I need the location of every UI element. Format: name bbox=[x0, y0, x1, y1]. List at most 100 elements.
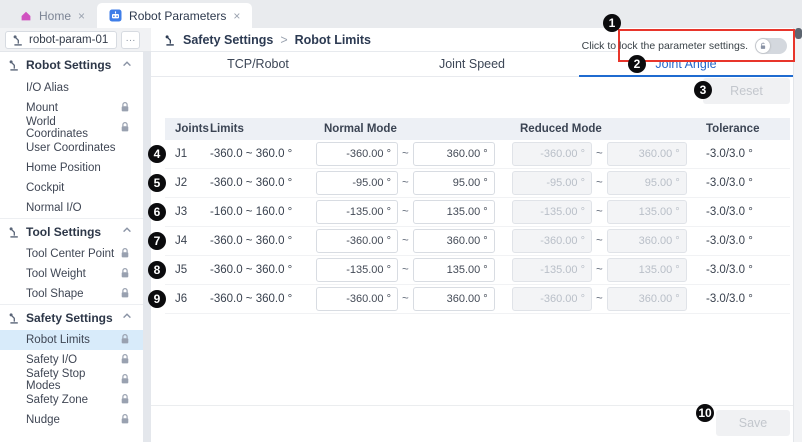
range-separator: ~ bbox=[402, 293, 409, 305]
range-separator: ~ bbox=[596, 235, 603, 247]
param-name-field[interactable]: robot-param-01 bbox=[5, 31, 117, 49]
save-button[interactable]: Save bbox=[716, 410, 790, 436]
annotation-badge-4: 4 bbox=[148, 145, 166, 163]
lock-icon bbox=[119, 101, 131, 116]
reduced-max-input bbox=[607, 171, 687, 195]
normal-min-input[interactable] bbox=[316, 142, 398, 166]
table-header-row: Joints Limits Normal Mode Reduced Mode T… bbox=[165, 118, 790, 140]
robot-arm-icon bbox=[164, 34, 176, 46]
annotation-badge-1: 1 bbox=[603, 14, 621, 32]
limits-value: -360.0 ~ 360.0 ° bbox=[210, 235, 316, 247]
section-label: Safety Settings bbox=[26, 311, 113, 325]
tab-home[interactable]: Home × bbox=[8, 3, 97, 28]
robot-arm-icon bbox=[8, 226, 20, 238]
sidebar-item-label: I/O Alias bbox=[26, 82, 69, 94]
more-options-button[interactable]: ··· bbox=[121, 31, 140, 49]
normal-min-input[interactable] bbox=[316, 287, 398, 311]
lock-toggle[interactable] bbox=[755, 38, 787, 54]
normal-max-input[interactable] bbox=[413, 287, 495, 311]
limits-value: -360.0 ~ 360.0 ° bbox=[210, 293, 316, 305]
sidebar-item-nudge[interactable]: Nudge bbox=[0, 410, 143, 430]
table-row-j1: J1 -360.0 ~ 360.0 ° ~ ~ -3.0/3.0 ° bbox=[165, 140, 790, 169]
settings-sidebar: Robot Settings I/O Alias Mount World Coo… bbox=[0, 52, 143, 442]
sidebar-item-label: Nudge bbox=[26, 414, 60, 426]
param-name-label: robot-param-01 bbox=[29, 34, 108, 46]
chevron-up-icon bbox=[121, 310, 133, 325]
sidebar-item-safety-io[interactable]: Safety I/O bbox=[0, 350, 143, 370]
breadcrumb-current: Robot Limits bbox=[295, 33, 371, 47]
normal-min-input[interactable] bbox=[316, 258, 398, 282]
tab-robot-parameters-label: Robot Parameters bbox=[129, 9, 226, 23]
window-tab-bar: Home × Robot Parameters × bbox=[0, 0, 802, 28]
range-separator: ~ bbox=[596, 293, 603, 305]
limits-value: -360.0 ~ 360.0 ° bbox=[210, 264, 316, 276]
normal-max-input[interactable] bbox=[413, 171, 495, 195]
home-icon bbox=[20, 10, 32, 22]
section-header-tool-settings[interactable]: Tool Settings bbox=[0, 218, 143, 244]
sidebar-item-world-coordinates[interactable]: World Coordinates bbox=[0, 118, 143, 138]
sidebar-item-tool-center-point[interactable]: Tool Center Point bbox=[0, 244, 143, 264]
annotation-badge-5: 5 bbox=[148, 174, 166, 192]
robot-parameters-icon bbox=[109, 9, 122, 22]
tolerance-value: -3.0/3.0 ° bbox=[698, 177, 790, 189]
joint-label: J5 bbox=[165, 264, 210, 276]
reduced-max-input bbox=[607, 287, 687, 311]
lock-settings-banner: Click to lock the parameter settings. bbox=[618, 29, 795, 62]
normal-max-input[interactable] bbox=[413, 142, 495, 166]
reduced-max-input bbox=[607, 258, 687, 282]
close-icon[interactable]: × bbox=[78, 10, 85, 22]
section-header-safety-settings[interactable]: Safety Settings bbox=[0, 304, 143, 330]
vertical-scrollbar[interactable] bbox=[793, 28, 802, 442]
sidebar-item-io-alias[interactable]: I/O Alias bbox=[0, 78, 143, 98]
reduced-max-input bbox=[607, 142, 687, 166]
annotation-badge-2: 2 bbox=[628, 55, 646, 73]
tab-robot-parameters[interactable]: Robot Parameters × bbox=[97, 3, 252, 28]
sidebar-item-cockpit[interactable]: Cockpit bbox=[0, 178, 143, 198]
sidebar-item-label: Robot Limits bbox=[26, 334, 90, 346]
range-separator: ~ bbox=[402, 177, 409, 189]
sidebar-item-robot-limits[interactable]: Robot Limits bbox=[0, 330, 143, 350]
section-label: Tool Settings bbox=[26, 225, 101, 239]
sidebar-item-mount[interactable]: Mount bbox=[0, 98, 143, 118]
sidebar-item-home-position[interactable]: Home Position bbox=[0, 158, 143, 178]
section-header-robot-settings[interactable]: Robot Settings bbox=[0, 52, 143, 78]
sidebar-item-label: Tool Center Point bbox=[26, 248, 114, 260]
main-content: TCP/Robot Joint Speed Joint Angle Reset … bbox=[151, 52, 793, 442]
sidebar-item-tool-weight[interactable]: Tool Weight bbox=[0, 264, 143, 284]
sidebar-header: robot-param-01 ··· bbox=[0, 28, 151, 52]
sidebar-item-tool-shape[interactable]: Tool Shape bbox=[0, 284, 143, 304]
normal-min-input[interactable] bbox=[316, 171, 398, 195]
tab-tcp-robot[interactable]: TCP/Robot bbox=[151, 52, 365, 76]
joint-label: J6 bbox=[165, 293, 210, 305]
close-icon[interactable]: × bbox=[233, 10, 240, 22]
table-row-j2: J2 -360.0 ~ 360.0 ° ~ ~ -3.0/3.0 ° bbox=[165, 169, 790, 198]
column-header-tolerance: Tolerance bbox=[698, 123, 790, 135]
annotation-badge-10: 10 bbox=[696, 404, 714, 422]
normal-max-input[interactable] bbox=[413, 200, 495, 224]
table-row-j4: J4 -360.0 ~ 360.0 ° ~ ~ -3.0/3.0 ° bbox=[165, 227, 790, 256]
joint-label: J2 bbox=[165, 177, 210, 189]
normal-min-input[interactable] bbox=[316, 229, 398, 253]
breadcrumb-parent[interactable]: Safety Settings bbox=[183, 33, 273, 47]
normal-min-input[interactable] bbox=[316, 200, 398, 224]
sidebar-item-safety-stop-modes[interactable]: Safety Stop Modes bbox=[0, 370, 143, 390]
chevron-up-icon bbox=[121, 58, 133, 73]
reset-button[interactable]: Reset bbox=[703, 78, 790, 104]
sidebar-item-normal-io[interactable]: Normal I/O bbox=[0, 198, 143, 218]
annotation-badge-9: 9 bbox=[148, 290, 166, 308]
reduced-min-input bbox=[512, 258, 592, 282]
scrollbar-thumb[interactable] bbox=[795, 28, 802, 39]
lock-icon bbox=[119, 333, 131, 348]
sidebar-item-safety-zone[interactable]: Safety Zone bbox=[0, 390, 143, 410]
lock-icon bbox=[119, 413, 131, 428]
normal-max-input[interactable] bbox=[413, 229, 495, 253]
joint-limits-table: Joints Limits Normal Mode Reduced Mode T… bbox=[165, 118, 790, 314]
tolerance-value: -3.0/3.0 ° bbox=[698, 148, 790, 160]
sidebar-item-label: Mount bbox=[26, 102, 58, 114]
normal-max-input[interactable] bbox=[413, 258, 495, 282]
sidebar-item-label: Normal I/O bbox=[26, 202, 82, 214]
joint-label: J3 bbox=[165, 206, 210, 218]
sidebar-item-user-coordinates[interactable]: User Coordinates bbox=[0, 138, 143, 158]
tab-joint-speed[interactable]: Joint Speed bbox=[365, 52, 579, 76]
sidebar-item-label: World Coordinates bbox=[26, 116, 119, 140]
